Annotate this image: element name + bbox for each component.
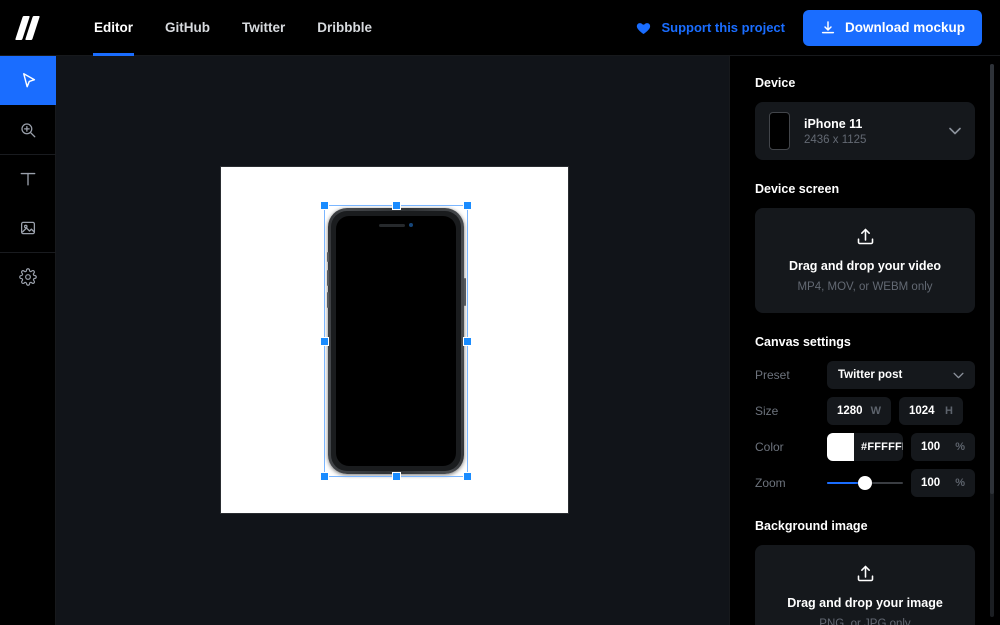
video-dropzone-formats: MP4, MOV, or WEBM only	[755, 281, 975, 293]
chevron-down-icon	[953, 372, 964, 379]
left-toolbar	[0, 56, 56, 625]
upload-icon	[855, 563, 876, 584]
text-tool[interactable]	[0, 154, 56, 203]
video-dropzone-title: Drag and drop your video	[755, 259, 975, 273]
editor-stage[interactable]	[56, 56, 729, 625]
canvas-height-value: 1024	[909, 405, 935, 417]
nav-item-github-label: GitHub	[165, 20, 210, 35]
app-header: Editor GitHub Twitter Dribbble Support t…	[0, 0, 1000, 56]
download-icon	[820, 20, 836, 36]
nav-item-dribbble-label: Dribbble	[317, 20, 372, 35]
nav-item-twitter-label: Twitter	[242, 20, 285, 35]
device-name: iPhone 11	[804, 117, 866, 131]
zoom-slider[interactable]	[827, 469, 903, 497]
resize-handle-bottom-right[interactable]	[463, 472, 472, 481]
app-logo-icon	[15, 16, 41, 40]
selection-frame[interactable]	[324, 205, 468, 477]
preset-label: Preset	[755, 368, 827, 382]
resize-handle-top-left[interactable]	[320, 201, 329, 210]
image-icon	[19, 219, 37, 237]
resize-handle-top-right[interactable]	[463, 201, 472, 210]
app-root: Editor GitHub Twitter Dribbble Support t…	[0, 0, 1000, 625]
image-tool[interactable]	[0, 203, 56, 252]
size-row: Size 1280 W 1024 H	[755, 397, 975, 425]
main-nav: Editor GitHub Twitter Dribbble	[78, 0, 388, 56]
canvas-height-unit: H	[945, 405, 953, 417]
color-opacity-unit: %	[955, 441, 965, 453]
panel-scrollbar-thumb[interactable]	[990, 64, 994, 494]
zoom-slider-knob[interactable]	[858, 476, 872, 490]
download-mockup-label: Download mockup	[845, 20, 965, 35]
background-image-section-title: Background image	[755, 519, 975, 533]
zoom-label: Zoom	[755, 476, 827, 490]
color-swatch[interactable]	[827, 433, 854, 461]
canvas-width-value: 1280	[837, 405, 863, 417]
color-opacity-input[interactable]: 100 %	[911, 433, 975, 461]
properties-panel: Device iPhone 11 2436 x 1125 Device scre…	[729, 56, 1000, 625]
background-image-dropzone-title: Drag and drop your image	[755, 596, 975, 610]
support-project-label: Support this project	[661, 20, 785, 35]
preset-row: Preset Twitter post	[755, 361, 975, 389]
color-opacity-value: 100	[921, 441, 940, 453]
nav-item-editor-label: Editor	[94, 20, 133, 35]
gear-icon	[19, 268, 37, 286]
chevron-down-icon	[949, 127, 961, 135]
device-screen-section-title: Device screen	[755, 182, 975, 196]
device-thumbnail-icon	[769, 112, 790, 150]
preset-select[interactable]: Twitter post	[827, 361, 975, 389]
device-resolution: 2436 x 1125	[804, 134, 866, 146]
color-row: Color #FFFFFF 100 %	[755, 433, 975, 461]
text-icon	[18, 169, 38, 189]
background-image-dropzone-formats: PNG, or JPG only	[755, 618, 975, 625]
upload-icon	[855, 226, 876, 247]
canvas-color-input[interactable]: #FFFFFF	[827, 433, 903, 461]
download-mockup-button[interactable]: Download mockup	[803, 10, 982, 46]
canvas-settings-title: Canvas settings	[755, 335, 975, 349]
nav-item-dribbble[interactable]: Dribbble	[301, 0, 388, 56]
device-section-title: Device	[755, 76, 975, 90]
zoom-value-input[interactable]: 100 %	[911, 469, 975, 497]
heart-icon	[635, 20, 652, 36]
settings-tool[interactable]	[0, 252, 56, 301]
device-info: iPhone 11 2436 x 1125	[804, 117, 866, 146]
resize-handle-bottom-left[interactable]	[320, 472, 329, 481]
select-tool[interactable]	[0, 56, 56, 105]
device-selector[interactable]: iPhone 11 2436 x 1125	[755, 102, 975, 160]
nav-item-twitter[interactable]: Twitter	[226, 0, 301, 56]
cursor-icon	[19, 71, 38, 90]
zoom-unit: %	[955, 477, 965, 489]
color-hex-value: #FFFFFF	[854, 441, 903, 453]
nav-item-github[interactable]: GitHub	[149, 0, 226, 56]
preset-value: Twitter post	[838, 369, 902, 381]
background-image-dropzone[interactable]: Drag and drop your image PNG, or JPG onl…	[755, 545, 975, 625]
zoom-value: 100	[921, 477, 940, 489]
resize-handle-middle-right[interactable]	[463, 337, 472, 346]
resize-handle-middle-left[interactable]	[320, 337, 329, 346]
zoom-in-icon	[19, 121, 37, 139]
color-label: Color	[755, 440, 827, 454]
zoom-row: Zoom 100 %	[755, 469, 975, 497]
video-dropzone[interactable]: Drag and drop your video MP4, MOV, or WE…	[755, 208, 975, 313]
canvas-width-input[interactable]: 1280 W	[827, 397, 891, 425]
logo-container[interactable]	[0, 0, 56, 56]
zoom-tool[interactable]	[0, 105, 56, 154]
support-project-link[interactable]: Support this project	[635, 20, 785, 36]
panel-scrollbar-track[interactable]	[990, 64, 994, 617]
header-actions: Support this project Download mockup	[635, 10, 1000, 46]
canvas-height-input[interactable]: 1024 H	[899, 397, 963, 425]
nav-item-editor[interactable]: Editor	[78, 0, 149, 56]
canvas-width-unit: W	[871, 405, 881, 417]
resize-handle-bottom-center[interactable]	[392, 472, 401, 481]
resize-handle-top-center[interactable]	[392, 201, 401, 210]
size-label: Size	[755, 404, 827, 418]
